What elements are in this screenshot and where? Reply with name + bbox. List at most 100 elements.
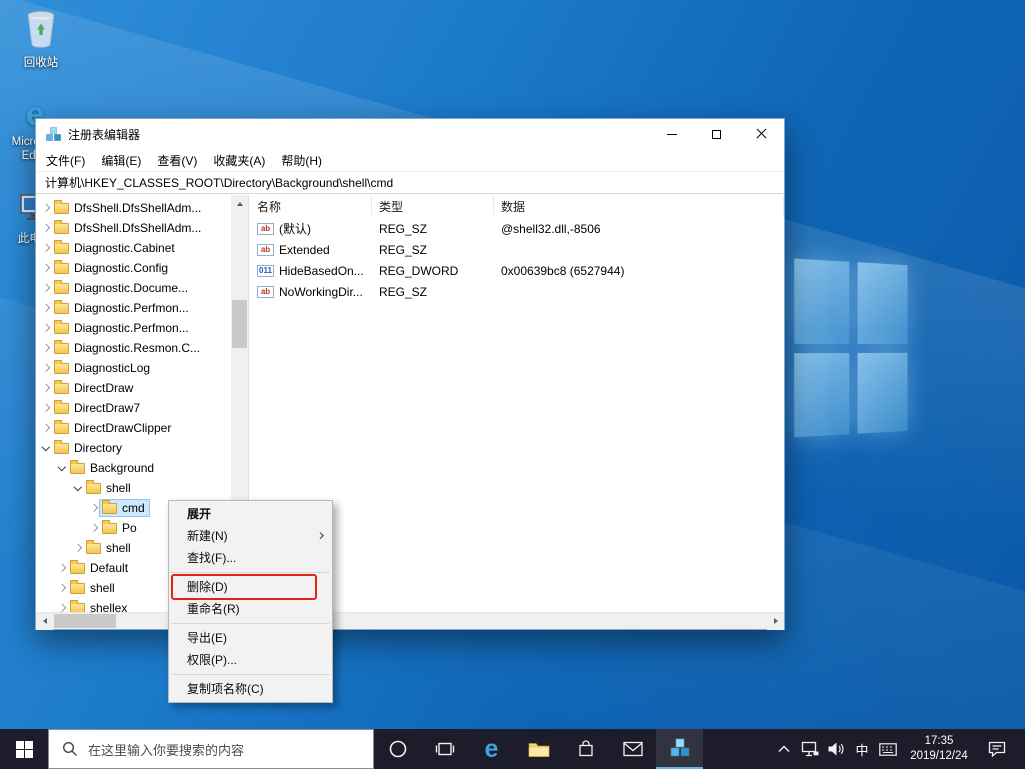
context-menu-item[interactable]: 复制项名称(C) [169,678,332,700]
tray-chevron-up-button[interactable] [771,729,797,769]
taskbar-store-button[interactable] [562,729,609,769]
tree-item[interactable]: DirectDrawClipper [36,418,248,438]
tree-item-body[interactable]: DirectDraw [52,380,137,396]
tree-item-body[interactable]: DfsShell.DfsShellAdm... [52,200,205,216]
column-header[interactable]: 类型 [372,195,494,215]
chevron-right-icon[interactable] [40,222,52,234]
tree-item[interactable]: Diagnostic.Perfmon... [36,318,248,338]
column-header[interactable]: 名称 [250,195,372,215]
action-center-button[interactable] [977,729,1017,769]
chevron-right-icon[interactable] [88,502,100,514]
chevron-right-icon[interactable] [72,542,84,554]
chevron-right-icon[interactable] [40,402,52,414]
tree-item-body[interactable]: Background [68,460,158,476]
context-menu-item[interactable]: 重命名(R) [169,598,332,620]
chevron-down-icon[interactable] [40,442,52,454]
chevron-down-icon[interactable] [56,462,68,474]
chevron-right-icon[interactable] [56,582,68,594]
tree-item[interactable]: Diagnostic.Perfmon... [36,298,248,318]
taskbar-cortana-button[interactable] [374,729,421,769]
tree-item-body[interactable]: Diagnostic.Config [52,260,172,276]
tree-item[interactable]: Diagnostic.Cabinet [36,238,248,258]
scroll-up-arrow[interactable] [231,195,248,212]
tree-item[interactable]: shell [36,478,248,498]
taskbar-clock[interactable]: 17:35 2019/12/24 [901,734,977,764]
context-menu-item[interactable]: 查找(F)... [169,547,332,569]
horizontal-scrollbar[interactable] [36,612,784,629]
tray-ime-button[interactable]: 中 [849,729,875,769]
registry-value-row[interactable]: 011HideBasedOn...REG_DWORD0x00639bc8 (65… [250,260,784,281]
context-menu-item[interactable]: 新建(N) [169,525,332,547]
chevron-right-icon[interactable] [40,202,52,214]
tree-item-body[interactable]: shell [84,480,135,496]
taskbar-mail-button[interactable] [609,729,656,769]
tree-item-body[interactable]: Diagnostic.Cabinet [52,240,179,256]
tree-item-body[interactable]: DirectDraw7 [52,400,144,416]
tree-item[interactable]: Diagnostic.Resmon.C... [36,338,248,358]
chevron-right-icon[interactable] [40,362,52,374]
tree-item-body[interactable]: DfsShell.DfsShellAdm... [52,220,205,236]
chevron-right-icon[interactable] [40,342,52,354]
menubar-item[interactable]: 收藏夹(A) [205,150,273,171]
tree-item-body[interactable]: Directory [52,440,126,456]
context-menu-item[interactable]: 权限(P)... [169,649,332,671]
taskbar-file-explorer-button[interactable] [515,729,562,769]
scroll-left-arrow[interactable] [36,613,53,630]
tree-item[interactable]: Diagnostic.Config [36,258,248,278]
chevron-right-icon[interactable] [40,322,52,334]
address-bar[interactable]: 计算机\HKEY_CLASSES_ROOT\Directory\Backgrou… [36,171,784,194]
menubar-item[interactable]: 帮助(H) [273,150,330,171]
tree-item-body[interactable]: Diagnostic.Perfmon... [52,300,193,316]
tree-item[interactable]: DirectDraw [36,378,248,398]
scroll-right-arrow[interactable] [767,613,784,630]
context-menu-item[interactable]: 删除(D) [169,576,332,598]
chevron-right-icon[interactable] [40,422,52,434]
close-button[interactable] [739,119,784,149]
chevron-right-icon[interactable] [40,242,52,254]
menubar-item[interactable]: 编辑(E) [93,150,149,171]
tree-item-body[interactable]: Diagnostic.Perfmon... [52,320,193,336]
tree-item-body[interactable]: shellex [68,600,131,612]
title-bar[interactable]: 注册表编辑器 [36,119,784,149]
menubar-item[interactable]: 查看(V) [149,150,205,171]
chevron-right-icon[interactable] [40,262,52,274]
registry-value-row[interactable]: abNoWorkingDir...REG_SZ [250,281,784,302]
tree-item-selected[interactable]: cmd [100,500,149,516]
menubar-item[interactable]: 文件(F) [38,150,93,171]
chevron-right-icon[interactable] [40,302,52,314]
chevron-right-icon[interactable] [40,282,52,294]
maximize-button[interactable] [694,119,739,149]
tray-keyboard-button[interactable] [875,729,901,769]
scrollbar-thumb[interactable] [232,300,247,348]
taskbar-edge-button[interactable]: e [468,729,515,769]
registry-value-row[interactable]: ab(默认)REG_SZ@shell32.dll,-8506 [250,218,784,239]
tree-item[interactable]: DirectDraw7 [36,398,248,418]
tree-item-body[interactable]: Po [100,520,141,536]
tree-item[interactable]: Background [36,458,248,478]
context-menu-item[interactable]: 展开 [169,503,332,525]
scrollbar-thumb[interactable] [54,614,116,628]
taskbar-search-box[interactable]: 在这里输入你要搜索的内容 [48,729,374,769]
start-button[interactable] [0,729,48,769]
tree-item[interactable]: Diagnostic.Docume... [36,278,248,298]
tree-item-body[interactable]: DiagnosticLog [52,360,154,376]
tray-network-button[interactable] [797,729,823,769]
chevron-right-icon[interactable] [56,602,68,612]
registry-value-row[interactable]: abExtendedREG_SZ [250,239,784,260]
tree-item[interactable]: DiagnosticLog [36,358,248,378]
chevron-down-icon[interactable] [72,482,84,494]
column-header[interactable]: 数据 [494,195,784,215]
taskbar-task-view-button[interactable] [421,729,468,769]
chevron-right-icon[interactable] [40,382,52,394]
minimize-button[interactable] [649,119,694,149]
tree-item-body[interactable]: Default [68,560,132,576]
chevron-right-icon[interactable] [88,522,100,534]
tree-item[interactable]: DfsShell.DfsShellAdm... [36,218,248,238]
taskbar-regedit-button[interactable] [656,729,703,769]
desktop-icon-recycle-bin[interactable]: 回收站 [12,8,70,70]
chevron-right-icon[interactable] [56,562,68,574]
tree-item-body[interactable]: shell [68,580,119,596]
context-menu-item[interactable]: 导出(E) [169,627,332,649]
tree-item-body[interactable]: shell [84,540,135,556]
tree-item-body[interactable]: Diagnostic.Docume... [52,280,192,296]
